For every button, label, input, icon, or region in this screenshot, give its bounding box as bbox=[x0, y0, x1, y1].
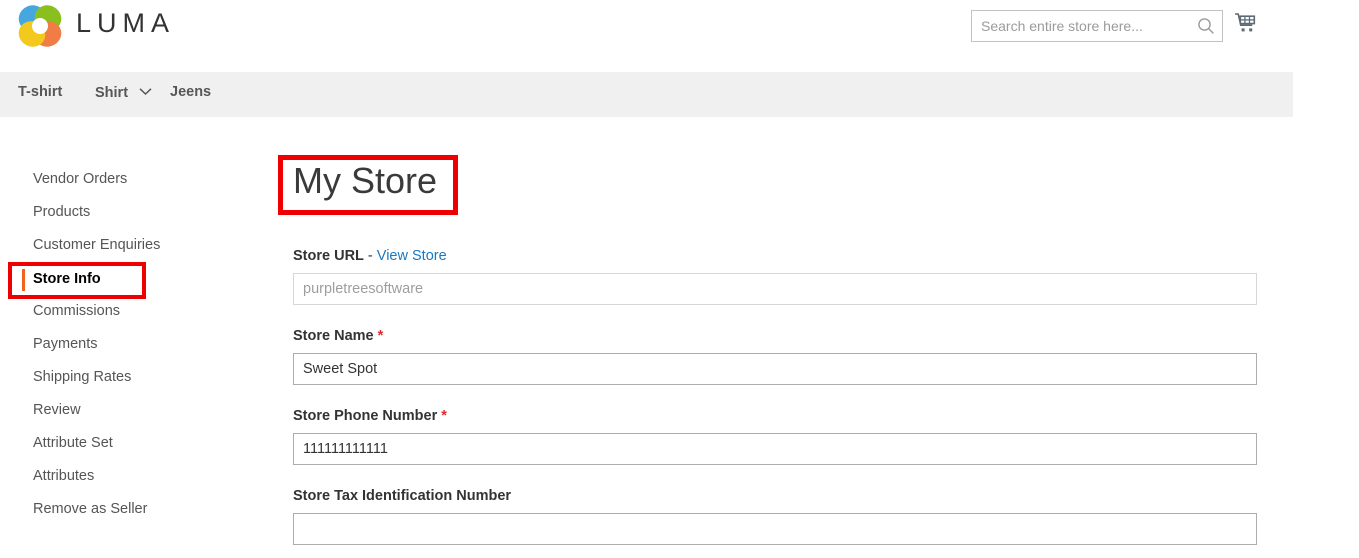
sidebar-item-review[interactable]: Review bbox=[33, 402, 81, 418]
label-store-name: Store Name * bbox=[293, 328, 383, 344]
sidebar-item-attributes[interactable]: Attributes bbox=[33, 468, 94, 484]
main-navigation: T-shirt Shirt Jeens bbox=[0, 72, 1293, 117]
view-store-link[interactable]: View Store bbox=[377, 248, 447, 264]
luma-flower-logo[interactable] bbox=[14, 3, 66, 51]
store-name-input[interactable] bbox=[293, 353, 1257, 385]
nav-item-label: T-shirt bbox=[18, 84, 63, 100]
search-box[interactable] bbox=[971, 10, 1223, 42]
annotation-box-page-title bbox=[278, 155, 458, 215]
store-tax-identification-number-input[interactable] bbox=[293, 513, 1257, 545]
vendor-sidebar: Vendor Orders Products Customer Enquirie… bbox=[0, 150, 275, 558]
label-text: Store Phone Number bbox=[293, 408, 438, 424]
required-marker: * bbox=[377, 328, 384, 344]
nav-item-shirt[interactable]: Shirt bbox=[95, 84, 152, 101]
sidebar-item-customer-enquiries[interactable]: Customer Enquiries bbox=[33, 237, 160, 253]
nav-item-tshirt[interactable]: T-shirt bbox=[18, 84, 62, 100]
shopping-cart-icon[interactable] bbox=[1234, 12, 1258, 36]
annotation-box-store-info bbox=[8, 262, 146, 299]
chevron-down-icon bbox=[139, 84, 152, 100]
nav-item-label: Jeens bbox=[170, 84, 212, 100]
sidebar-item-shipping-rates[interactable]: Shipping Rates bbox=[33, 369, 131, 385]
search-icon[interactable] bbox=[1197, 17, 1215, 35]
search-input[interactable] bbox=[972, 11, 1194, 41]
brand-name[interactable]: LUMA bbox=[76, 8, 175, 39]
label-store-url: Store URL - View Store bbox=[293, 248, 447, 264]
label-store-phone-number: Store Phone Number * bbox=[293, 408, 447, 424]
sidebar-item-attribute-set[interactable]: Attribute Set bbox=[33, 435, 113, 451]
sidebar-item-remove-as-seller[interactable]: Remove as Seller bbox=[33, 501, 147, 517]
label-dash: - bbox=[363, 248, 377, 264]
sidebar-item-commissions[interactable]: Commissions bbox=[33, 303, 120, 319]
sidebar-item-products[interactable]: Products bbox=[33, 204, 90, 220]
label-store-tax-identification-number: Store Tax Identification Number bbox=[293, 488, 511, 504]
store-url-input[interactable] bbox=[293, 273, 1257, 305]
nav-item-label: Shirt bbox=[95, 85, 129, 101]
label-text: Store Name bbox=[293, 328, 374, 344]
page-root: LUMA T-shirt bbox=[0, 0, 1359, 558]
label-text: Store Tax Identification Number bbox=[293, 488, 512, 504]
required-marker: * bbox=[441, 408, 447, 424]
nav-item-jeens[interactable]: Jeens bbox=[170, 84, 211, 100]
sidebar-item-vendor-orders[interactable]: Vendor Orders bbox=[33, 171, 127, 187]
label-text: Store URL bbox=[293, 248, 364, 264]
luma-logo-svg bbox=[18, 5, 62, 47]
sidebar-item-payments[interactable]: Payments bbox=[33, 336, 97, 352]
store-phone-number-input[interactable] bbox=[293, 433, 1257, 465]
site-header: LUMA bbox=[0, 0, 1359, 72]
